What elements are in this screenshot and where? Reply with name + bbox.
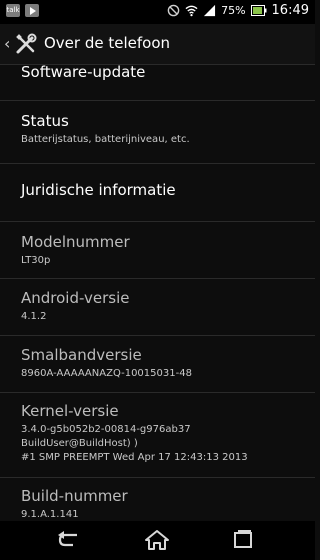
home-icon[interactable] (142, 527, 172, 553)
talk-icon: talk (6, 4, 20, 17)
baseband-version-title: Smalbandversie (21, 346, 142, 364)
action-bar: ‹ Over de telefoon (0, 24, 315, 65)
android-version-title: Android-versie (21, 289, 130, 307)
list-item-model-number: Modelnummer LT30p (0, 222, 315, 279)
list-item-baseband-version: Smalbandversie 8960A-AAAAANAZQ-10015031-… (0, 336, 315, 393)
software-update-title: Software-update (21, 63, 146, 81)
up-navigation-icon[interactable]: ‹ (4, 34, 10, 53)
battery-icon (250, 5, 267, 16)
list-item-legal-information[interactable]: Juridische informatie (0, 164, 315, 222)
list-item-status[interactable]: Status Batterijstatus, batterijniveau, e… (0, 101, 315, 164)
baseband-version-value: 8960A-AAAAANAZQ-10015031-48 (21, 368, 192, 379)
page-title: Over de telefoon (44, 34, 171, 52)
model-number-value: LT30p (21, 255, 51, 266)
kernel-version-title: Kernel-versie (21, 402, 119, 420)
kernel-version-line: #1 SMP PREEMPT Wed Apr 17 12:43:13 2013 (21, 452, 248, 463)
status-subtitle: Batterijstatus, batterijniveau, etc. (21, 134, 190, 145)
settings-list: Software-update Status Batterijstatus, b… (0, 63, 315, 528)
system-status-area: 75% 16:49 (167, 3, 309, 18)
list-item-android-version[interactable]: Android-versie 4.1.2 (0, 279, 315, 336)
list-item-software-update[interactable]: Software-update (0, 63, 315, 101)
android-version-value: 4.1.2 (21, 311, 47, 322)
model-number-title: Modelnummer (21, 233, 130, 251)
settings-tools-icon[interactable] (14, 32, 38, 56)
play-store-icon (25, 4, 39, 17)
status-bar: talk 75% 16:49 (0, 0, 315, 24)
notification-area: talk (6, 4, 39, 17)
legal-information-title: Juridische informatie (21, 181, 176, 199)
build-number-value: 9.1.A.1.141 (21, 509, 79, 520)
signal-icon (204, 4, 216, 17)
status-title: Status (21, 112, 69, 130)
kernel-version-line: 3.4.0-g5b052b2-00814-g976ab37 (21, 424, 191, 435)
navigation-bar (0, 521, 315, 560)
build-number-title: Build-nummer (21, 487, 128, 505)
clock: 16:49 (271, 3, 309, 18)
back-icon[interactable] (55, 527, 85, 553)
battery-percent: 75% (221, 4, 246, 17)
kernel-version-line: BuildUser@BuildHost) ) (21, 438, 138, 449)
wifi-icon (185, 5, 198, 17)
do-not-disturb-icon (167, 4, 180, 17)
recent-apps-icon[interactable] (228, 527, 258, 553)
list-item-kernel-version: Kernel-versie 3.4.0-g5b052b2-00814-g976a… (0, 393, 315, 478)
